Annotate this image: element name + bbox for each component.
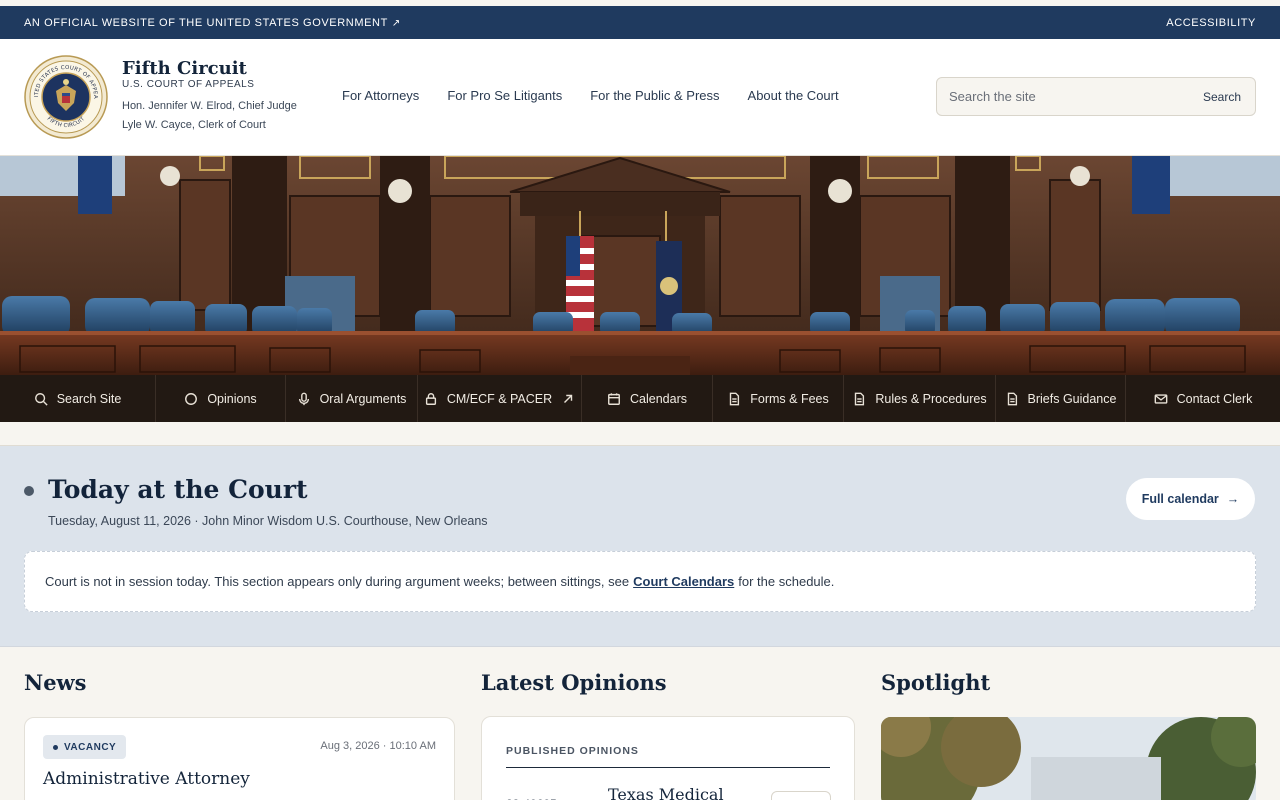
search-button[interactable]: Search [1203,90,1241,104]
spotlight-heading: Spotlight [881,670,991,695]
news-card[interactable]: VACANCY Aug 3, 2026 · 10:10 AM Administr… [24,717,455,800]
quick-nav-forms-fees[interactable]: Forms & Fees [713,375,844,422]
nav-for-public-press[interactable]: For the Public & Press [590,88,719,103]
quick-nav-oral-arguments[interactable]: Oral Arguments [286,375,418,422]
quick-nav-contact-clerk[interactable]: Contact Clerk [1126,375,1280,422]
today-at-court-section: Today at the Court Tuesday, August 11, 2… [0,446,1280,647]
document-icon [1007,392,1017,405]
status-dot-icon [24,486,34,496]
published-opinions-label: PUBLISHED OPINIONS [506,745,639,757]
nav-for-attorneys[interactable]: For Attorneys [342,88,419,103]
external-arrow-icon [564,394,573,403]
today-date-line: Tuesday, August 11, 2026 · John Minor Wi… [48,514,488,528]
circle-icon [185,392,198,405]
full-calendar-label: Full calendar [1141,492,1219,506]
news-badge: VACANCY [43,735,127,759]
notice-text-before: Court is not in session today. This sect… [45,574,630,589]
news-title[interactable]: Administrative Attorney [43,769,250,789]
quick-nav-opinions[interactable]: Opinions [156,375,286,422]
site-search[interactable]: Search the site Search [936,77,1256,116]
quick-nav-label: Briefs Guidance [1027,391,1117,406]
quick-nav-label: Contact Clerk [1176,391,1253,406]
latest-opinions-heading: Latest Opinions [481,670,667,695]
site-subtitle: U.S. COURT OF APPEALS [122,79,255,90]
search-input[interactable]: Search the site [949,89,1036,104]
quick-nav-search-site[interactable]: Search Site [0,375,156,422]
badge-dot-icon [53,744,58,750]
nav-about-the-court[interactable]: About the Court [748,88,839,103]
notice-text-after: for the schedule. [738,574,835,589]
quick-nav-label: Forms & Fees [750,391,829,406]
site-header: UNITED STATES COURT OF APPEALS FIFTH CIR… [0,39,1280,156]
microphone-icon [298,392,309,405]
search-icon [34,392,48,406]
full-calendar-button[interactable]: Full calendar → [1126,478,1255,520]
section-divider [0,422,1280,446]
news-timestamp: Aug 3, 2026 · 10:10 AM [320,740,436,752]
court-seal-icon[interactable]: UNITED STATES COURT OF APPEALS FIFTH CIR… [24,55,108,139]
court-calendars-link[interactable]: Court Calendars [633,574,734,589]
today-title: Today at the Court [48,475,308,504]
nav-for-pro-se-litigants[interactable]: For Pro Se Litigants [447,88,562,103]
accessibility-link[interactable]: ACCESSIBILITY [1166,17,1256,29]
gov-banner: AN OFFICIAL WEBSITE OF THE UNITED STATES… [0,6,1280,39]
quick-nav-bar: Search Site Opinions Oral Arguments CM/E… [0,375,1280,422]
external-arrow-icon: ↗ [391,17,401,29]
calendar-icon [608,392,620,405]
quick-nav-briefs-guidance[interactable]: Briefs Guidance [996,375,1126,422]
news-heading: News [24,670,87,695]
courtroom-hero-image [0,156,1280,375]
document-icon [730,392,740,405]
mail-icon [1154,393,1168,404]
main-nav: For Attorneys For Pro Se Litigants For t… [342,88,839,103]
quick-nav-label: Oral Arguments [319,391,407,406]
quick-nav-label: Calendars [630,391,687,406]
document-icon [855,392,865,405]
news-badge-label: VACANCY [64,741,117,753]
quick-nav-cmecf-pacer[interactable]: CM/ECF & PACER [418,375,582,422]
arrow-right-icon: → [1226,492,1240,506]
official-website-text: AN OFFICIAL WEBSITE OF THE UNITED STATES… [24,16,388,29]
published-opinions-card: PUBLISHED OPINIONS 23-40605 Texas Medica… [481,716,855,800]
spotlight-image[interactable] [881,717,1256,800]
session-notice: Court is not in session today. This sect… [24,551,1256,612]
quick-nav-rules-procedures[interactable]: Rules & Procedures [844,375,996,422]
divider [506,767,830,768]
quick-nav-label: Opinions [207,391,257,406]
lock-icon [425,392,436,405]
opinion-pdf-button[interactable] [771,791,831,800]
official-website-link[interactable]: AN OFFICIAL WEBSITE OF THE UNITED STATES… [24,17,401,29]
opinion-title[interactable]: Texas Medical [608,785,724,800]
quick-nav-label: Search Site [56,391,122,406]
chief-judge-line: Hon. Jennifer W. Elrod, Chief Judge [122,100,297,112]
quick-nav-label: CM/ECF & PACER [446,391,553,406]
clerk-line: Lyle W. Cayce, Clerk of Court [122,119,266,131]
site-title[interactable]: Fifth Circuit [122,58,247,79]
quick-nav-label: Rules & Procedures [875,391,987,406]
quick-nav-calendars[interactable]: Calendars [582,375,713,422]
